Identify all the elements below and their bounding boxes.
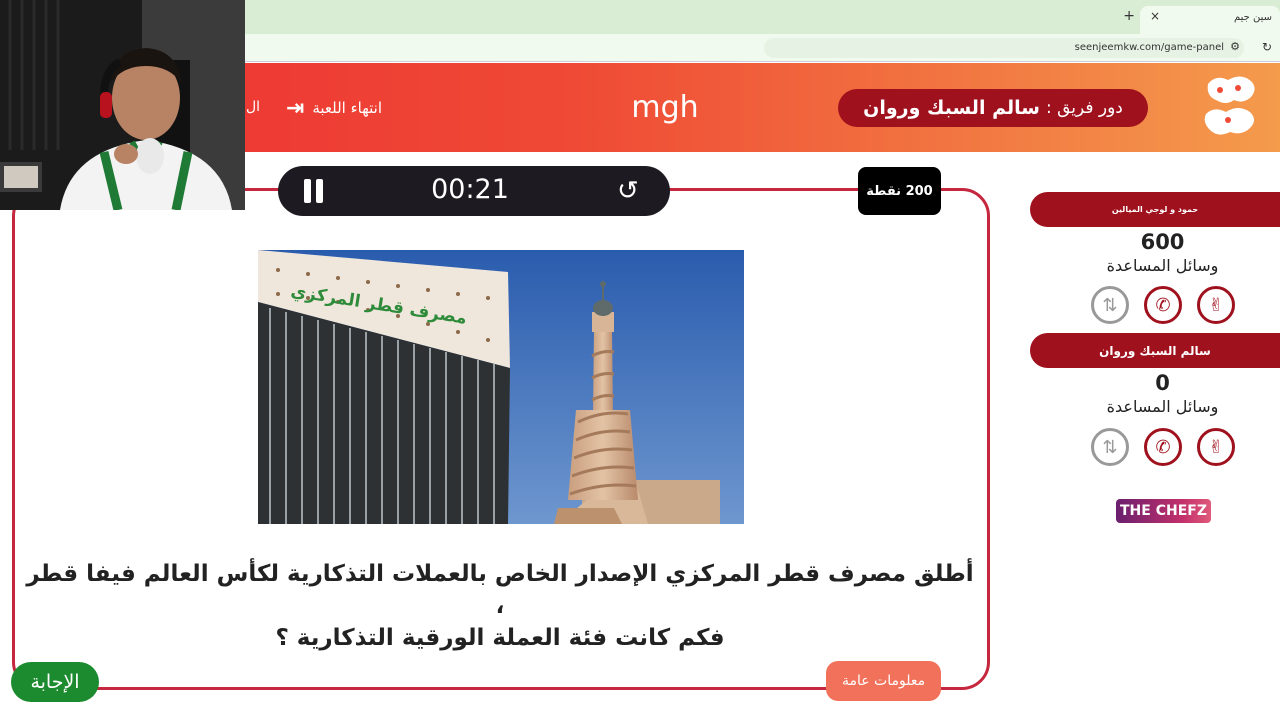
end-game-button[interactable]: انتهاء اللعبة ⇥ [258, 94, 382, 122]
end-game-label: انتهاء اللعبة [312, 99, 382, 117]
exit-arrow-icon: ⇥ [285, 95, 305, 121]
phone-call-icon[interactable]: ✆ [1144, 286, 1182, 324]
webcam-overlay [0, 0, 245, 210]
question-image: مصرف قطر المركزي [258, 250, 744, 524]
team-1-score: 600 [1140, 230, 1185, 254]
game-name: mgh [631, 90, 699, 125]
team-1-name-bar: حمود و لوجي الميالين [1030, 192, 1280, 227]
question-text: أطلق مصرف قطر المركزي الإصدار الخاص بالع… [20, 558, 980, 654]
turn-label: دور فريق : [1045, 98, 1123, 118]
swap-question-icon[interactable]: ⇅ [1091, 286, 1129, 324]
timer-value: 00:21 [431, 174, 509, 205]
logo [1198, 70, 1262, 144]
team-1-aids-label: وسائل المساعدة [1106, 256, 1219, 275]
back-button[interactable]: ال [246, 99, 260, 115]
tab-close-icon[interactable]: × [1150, 9, 1160, 23]
new-tab-icon[interactable]: + [1123, 8, 1135, 24]
question-line-1: أطلق مصرف قطر المركزي الإصدار الخاص بالع… [26, 561, 974, 619]
question-line-2: فكم كانت فئة العملة الورقية التذكارية ؟ [275, 625, 725, 651]
pause-icon[interactable] [302, 179, 326, 203]
current-turn-badge: دور فريق : سالم السبك وروان [838, 89, 1148, 127]
answer-button[interactable]: الإجابة [11, 662, 99, 702]
category-badge: معلومات عامة [826, 661, 941, 701]
team-2-score: 0 [1155, 371, 1170, 395]
swap-question-icon[interactable]: ⇅ [1091, 428, 1129, 466]
team-2-aids-label: وسائل المساعدة [1106, 397, 1219, 416]
reload-icon[interactable]: ↻ [1262, 40, 1272, 54]
two-answers-icon[interactable]: ✌ [1197, 428, 1235, 466]
two-answers-icon[interactable]: ✌ [1197, 286, 1235, 324]
url-text[interactable]: seenjeemkw.com/game-panel [1075, 42, 1224, 53]
team-2-name-bar: سالم السبك وروان [1030, 333, 1280, 368]
reset-timer-icon[interactable]: ↺ [617, 176, 639, 206]
tab-title: سين جيم [1233, 12, 1272, 23]
sponsor-logo: THE CHEFZ [1116, 499, 1211, 523]
turn-team-name: سالم السبك وروان [863, 97, 1040, 119]
phone-call-icon[interactable]: ✆ [1144, 428, 1182, 466]
site-settings-icon[interactable]: ⚙ [1230, 40, 1240, 53]
question-points-badge: 200 نقطة [858, 167, 941, 215]
